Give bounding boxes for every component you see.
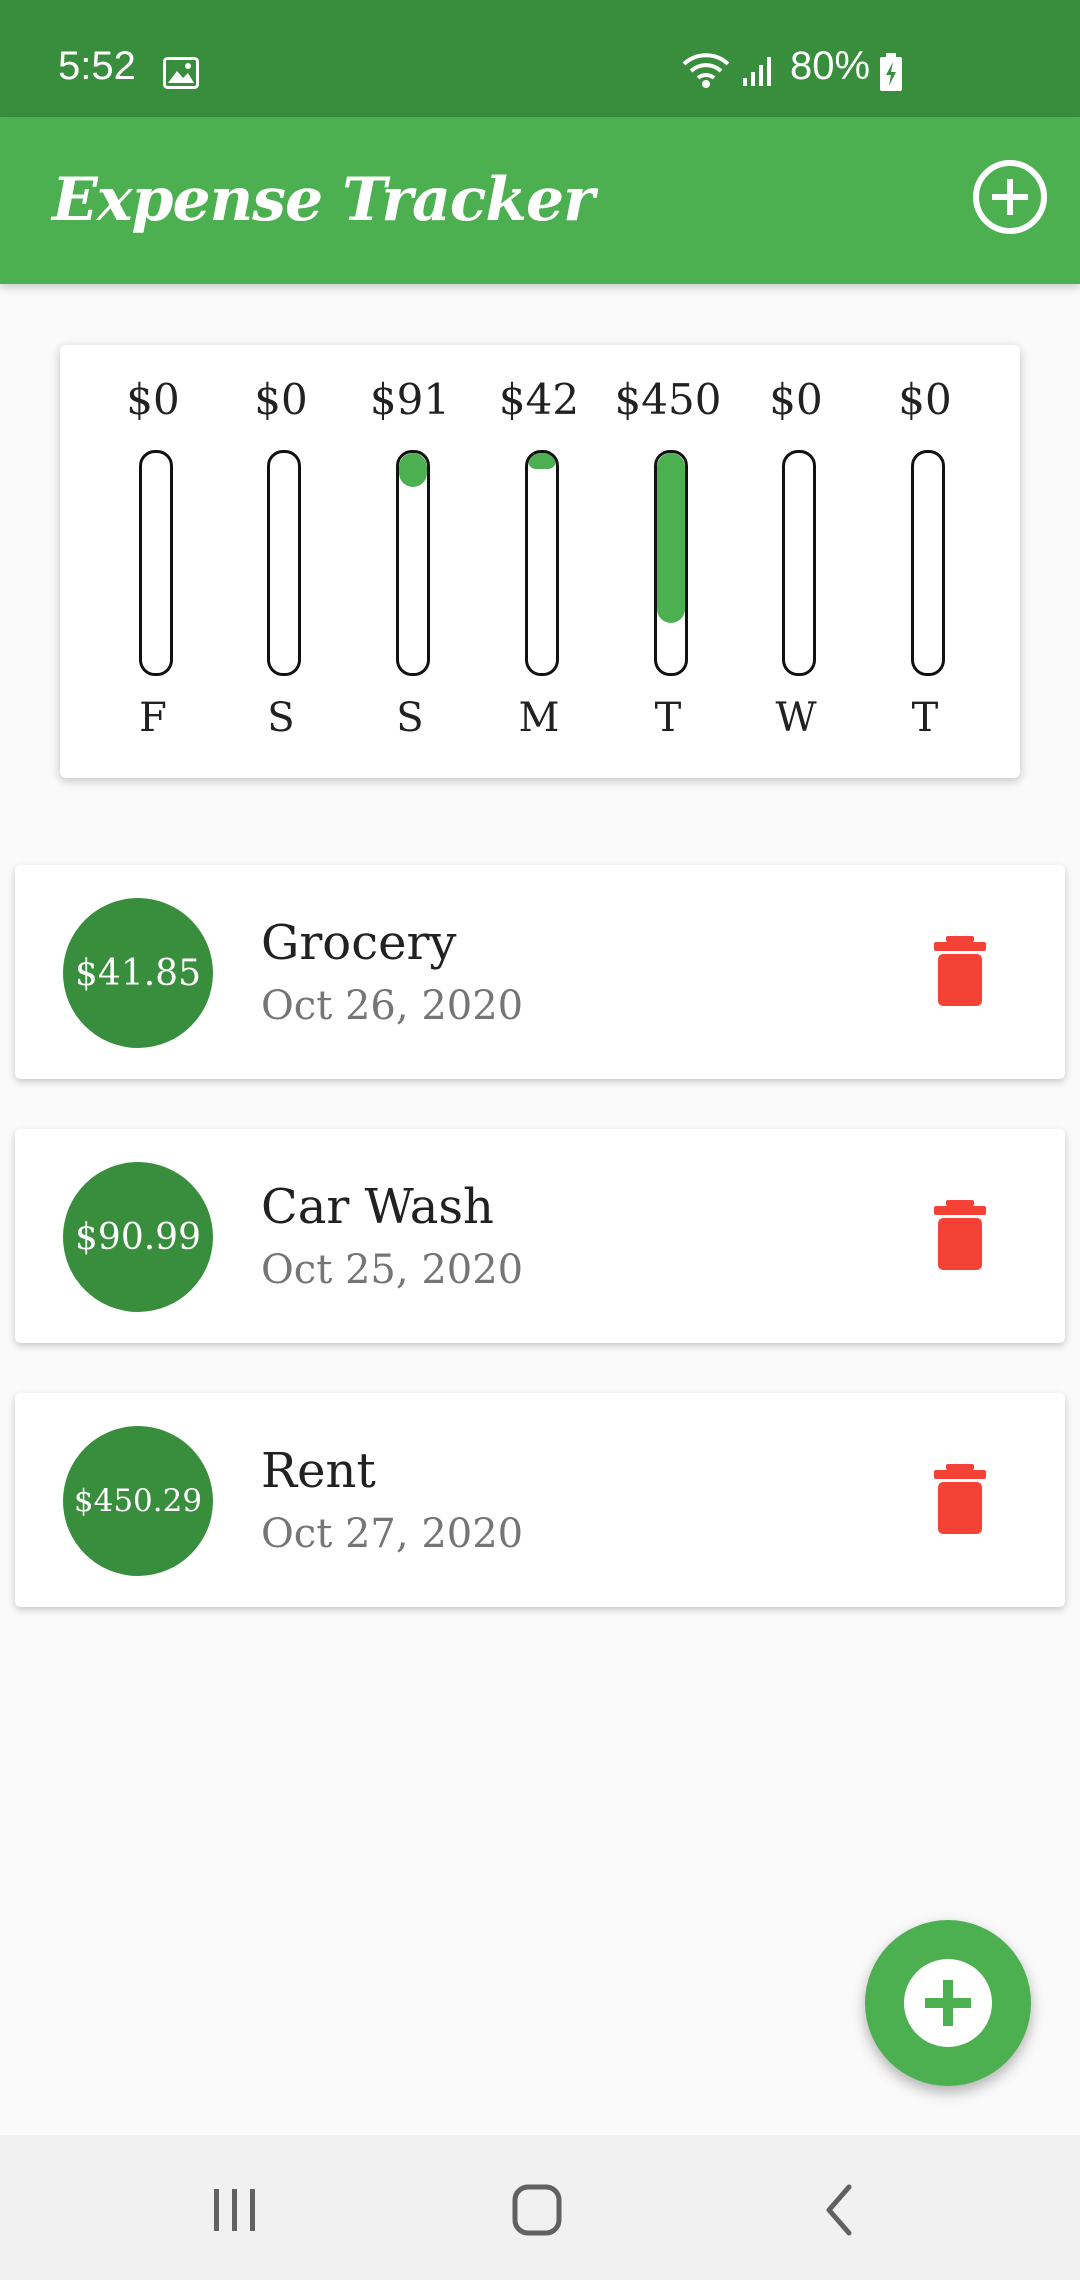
- chart-day-column: $450 T: [608, 345, 728, 778]
- transaction-title: Car Wash: [261, 1179, 494, 1235]
- chart-day-label: M: [518, 695, 560, 741]
- chart-amount-label: $0: [126, 375, 180, 424]
- transaction-title: Rent: [261, 1443, 376, 1499]
- chart-day-column: $91 S: [350, 345, 470, 778]
- add-circle-icon[interactable]: [970, 157, 1050, 237]
- chart-bar: [654, 450, 688, 676]
- chart-bar-fill: [528, 453, 556, 469]
- chart-bar: [525, 450, 559, 676]
- app-title: Expense Tracker: [52, 165, 595, 235]
- transaction-card: $41.85 Grocery Oct 26, 2020: [15, 865, 1065, 1079]
- add-circle-icon: [904, 1959, 992, 2047]
- transaction-amount-badge: $41.85: [63, 898, 213, 1048]
- home-icon[interactable]: [502, 2175, 572, 2245]
- delete-icon[interactable]: [920, 1196, 1000, 1276]
- weekly-chart-card: $0 F $0 S $91 S $42 M $450 T $0 W $0 T: [60, 345, 1020, 778]
- transaction-amount-badge: $90.99: [63, 1162, 213, 1312]
- recent-apps-icon[interactable]: [200, 2175, 270, 2245]
- chart-day-label: T: [654, 695, 682, 741]
- app-bar: Expense Tracker: [0, 117, 1080, 284]
- chart-amount-label: $0: [898, 375, 952, 424]
- battery-charging-icon: [878, 52, 904, 102]
- delete-icon[interactable]: [920, 932, 1000, 1012]
- chart-bar: [396, 450, 430, 676]
- chart-day-label: F: [139, 695, 167, 741]
- transaction-date: Oct 26, 2020: [261, 983, 524, 1029]
- delete-icon[interactable]: [920, 1460, 1000, 1540]
- chart-day-column: $0 W: [736, 345, 856, 778]
- chart-day-label: T: [911, 695, 939, 741]
- image-icon: [163, 54, 199, 99]
- transaction-card: $450.29 Rent Oct 27, 2020: [15, 1393, 1065, 1607]
- chart-amount-label: $91: [369, 375, 451, 424]
- chart-bar: [139, 450, 173, 676]
- transaction-date: Oct 27, 2020: [261, 1511, 524, 1557]
- transaction-amount-badge: $450.29: [63, 1426, 213, 1576]
- chart-day-column: $0 S: [221, 345, 341, 778]
- chart-day-column: $0 F: [93, 345, 213, 778]
- chart-amount-label: $0: [769, 375, 823, 424]
- chart-amount-label: $450: [614, 375, 722, 424]
- transaction-date: Oct 25, 2020: [261, 1247, 524, 1293]
- transaction-title: Grocery: [261, 915, 457, 971]
- chart-day-column: $42 M: [479, 345, 599, 778]
- chart-bar: [782, 450, 816, 676]
- wifi-icon: [680, 50, 732, 100]
- battery-level: 80%: [790, 44, 871, 88]
- signal-icon: [741, 52, 777, 98]
- chart-day-label: W: [775, 695, 817, 741]
- transaction-card: $90.99 Car Wash Oct 25, 2020: [15, 1129, 1065, 1343]
- chart-amount-label: $42: [498, 375, 580, 424]
- back-icon[interactable]: [805, 2175, 875, 2245]
- chart-day-label: S: [396, 695, 424, 741]
- chart-bar-fill: [399, 453, 427, 488]
- chart-bar: [911, 450, 945, 676]
- status-bar: 5:52 80%: [0, 0, 1080, 117]
- chart-day-label: S: [267, 695, 295, 741]
- chart-amount-label: $0: [254, 375, 308, 424]
- chart-bar: [267, 450, 301, 676]
- chart-day-column: $0 T: [865, 345, 985, 778]
- add-expense-fab[interactable]: [865, 1920, 1031, 2086]
- system-nav-bar: [0, 2135, 1080, 2280]
- status-time: 5:52: [58, 44, 136, 88]
- chart-bar-fill: [657, 453, 685, 623]
